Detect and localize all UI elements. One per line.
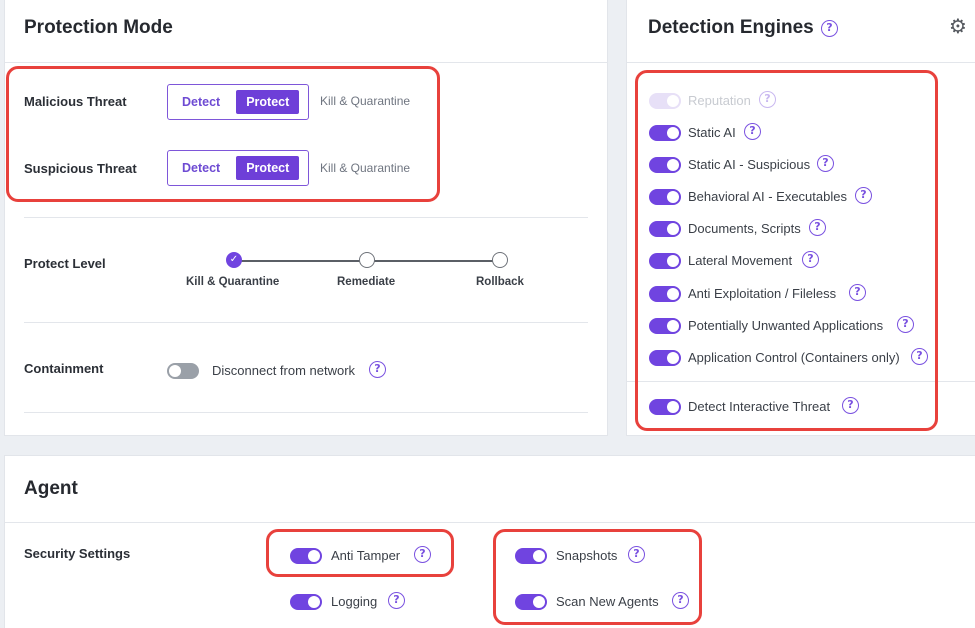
- protect-level-option-label: Remediate: [337, 276, 396, 288]
- gear-icon[interactable]: ⚙: [949, 14, 967, 38]
- protect-level-kill-quarantine-node[interactable]: ✓: [226, 252, 242, 268]
- help-icon[interactable]: ?: [369, 361, 386, 378]
- protect-level-label: Protect Level: [24, 256, 106, 271]
- containment-toggle-label: Disconnect from network: [212, 363, 356, 378]
- detection-engines-title: Detection Engines: [648, 17, 814, 38]
- help-icon[interactable]: ?: [388, 592, 405, 609]
- logging-label: Logging: [331, 594, 378, 609]
- divider: [24, 217, 588, 218]
- security-settings-label: Security Settings: [24, 546, 131, 561]
- protect-level-remediate-node[interactable]: [359, 252, 375, 268]
- agent-card: Agent Security Settings Anti Tamper ? Lo…: [4, 455, 975, 628]
- containment-label: Containment: [24, 361, 104, 376]
- divider: [5, 522, 975, 523]
- agent-title: Agent: [24, 478, 78, 499]
- divider: [24, 322, 588, 323]
- protect-level-option-label: Rollback: [476, 276, 524, 288]
- highlight-box-snapshots-scan: [493, 529, 702, 625]
- protection-mode-title: Protection Mode: [24, 17, 173, 38]
- divider: [627, 62, 975, 63]
- divider: [24, 412, 588, 413]
- protect-level-option-label: Kill & Quarantine: [186, 276, 280, 288]
- logging-toggle[interactable]: [290, 594, 322, 610]
- highlight-box-threat-modes: [6, 66, 440, 202]
- protect-level-rollback-node[interactable]: [492, 252, 508, 268]
- help-icon[interactable]: ?: [821, 20, 838, 37]
- containment-toggle[interactable]: [167, 363, 199, 379]
- divider: [5, 62, 608, 63]
- highlight-box-detection-engines: [635, 70, 938, 431]
- highlight-box-anti-tamper: [266, 529, 454, 577]
